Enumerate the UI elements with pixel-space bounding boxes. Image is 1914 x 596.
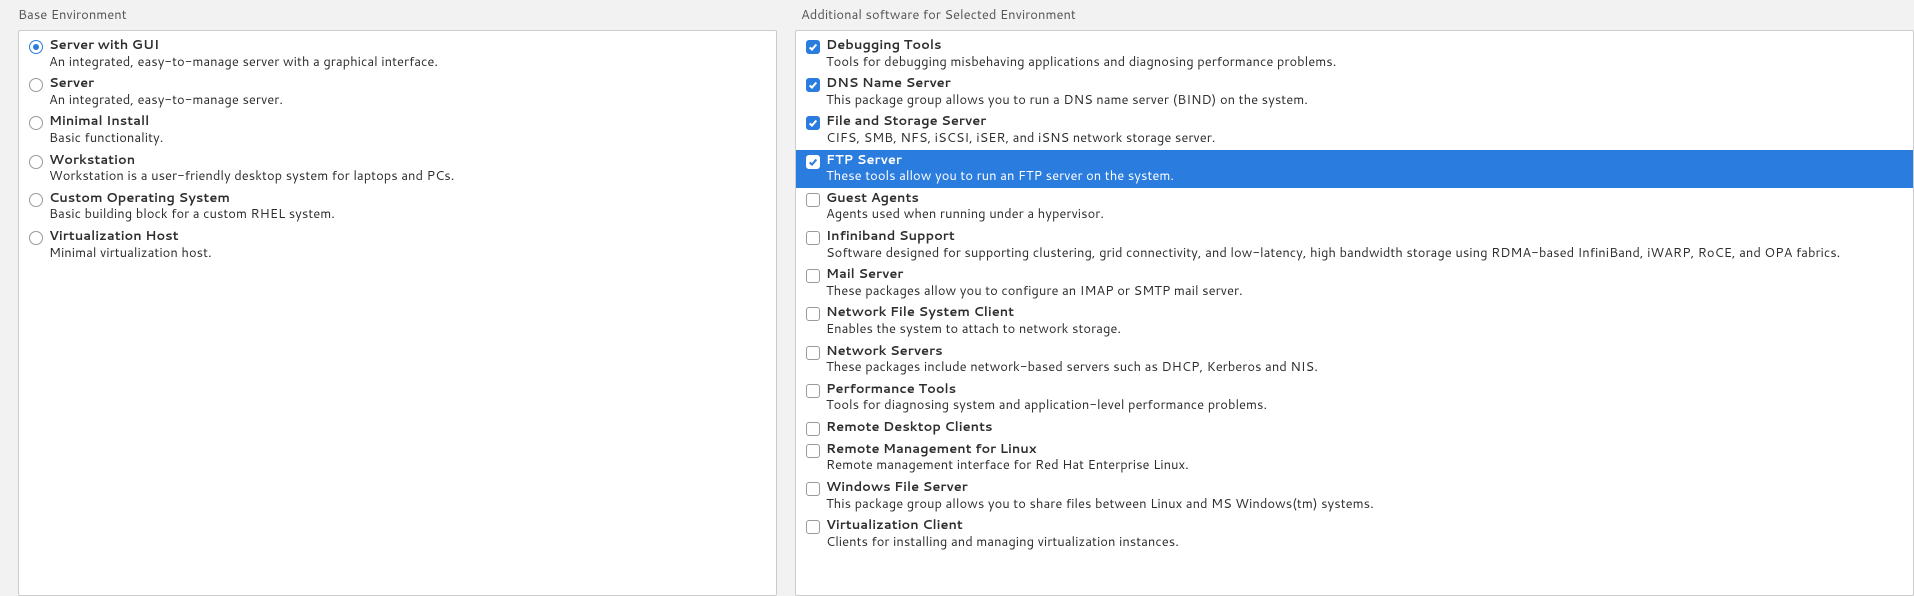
radio-icon[interactable] [29, 40, 43, 54]
addon-item-title: Performance Tools [826, 382, 1907, 398]
addon-item-remote-management-for-linux[interactable]: Remote Management for LinuxRemote manage… [796, 439, 1913, 477]
addon-item-title: Remote Management for Linux [826, 442, 1907, 458]
addon-item-desc: These packages include network-based ser… [826, 359, 1907, 376]
env-item-server[interactable]: ServerAn integrated, easy-to-manage serv… [19, 73, 776, 111]
env-item-desc: An integrated, easy-to-manage server wit… [49, 54, 770, 71]
addon-item-desc: This package group allows you to run a D… [826, 92, 1907, 109]
env-item-title: Custom Operating System [49, 191, 770, 207]
addon-item-desc: Remote management interface for Red Hat … [826, 457, 1907, 474]
addon-item-infiniband-support[interactable]: Infiniband SupportSoftware designed for … [796, 226, 1913, 264]
addon-item-windows-file-server[interactable]: Windows File ServerThis package group al… [796, 477, 1913, 515]
checkbox-icon[interactable] [806, 40, 820, 54]
addon-item-desc: Enables the system to attach to network … [826, 321, 1907, 338]
env-item-desc: Minimal virtualization host. [49, 245, 770, 262]
base-environment-title: Base Environment [18, 0, 795, 30]
env-item-desc: Basic building block for a custom RHEL s… [49, 206, 770, 223]
checkbox-icon[interactable] [806, 482, 820, 496]
env-item-desc: An integrated, easy-to-manage server. [49, 92, 770, 109]
addon-item-title: FTP Server [826, 153, 1907, 169]
env-item-title: Workstation [49, 153, 770, 169]
env-item-title: Server [49, 76, 770, 92]
env-item-workstation[interactable]: WorkstationWorkstation is a user-friendl… [19, 150, 776, 188]
checkbox-icon[interactable] [806, 269, 820, 283]
checkbox-icon[interactable] [806, 346, 820, 360]
addon-item-title: Debugging Tools [826, 38, 1907, 54]
checkbox-icon[interactable] [806, 78, 820, 92]
addon-item-title: Guest Agents [826, 191, 1907, 207]
env-item-title: Minimal Install [49, 114, 770, 130]
addon-item-title: Virtualization Client [826, 518, 1907, 534]
addon-item-title: Network File System Client [826, 305, 1907, 321]
env-item-server-with-gui[interactable]: Server with GUIAn integrated, easy-to-ma… [19, 35, 776, 73]
env-item-custom-operating-system[interactable]: Custom Operating SystemBasic building bl… [19, 188, 776, 226]
radio-icon[interactable] [29, 155, 43, 169]
additional-software-list: Debugging ToolsTools for debugging misbe… [795, 30, 1914, 596]
checkbox-icon[interactable] [806, 444, 820, 458]
addon-item-title: Windows File Server [826, 480, 1907, 496]
addon-item-title: Infiniband Support [826, 229, 1907, 245]
addon-item-desc: These packages allow you to configure an… [826, 283, 1907, 300]
addon-item-debugging-tools[interactable]: Debugging ToolsTools for debugging misbe… [796, 35, 1913, 73]
env-item-desc: Workstation is a user-friendly desktop s… [49, 168, 770, 185]
addon-item-title: Remote Desktop Clients [826, 420, 1907, 436]
addon-item-file-and-storage-server[interactable]: File and Storage ServerCIFS, SMB, NFS, i… [796, 111, 1913, 149]
addon-item-desc: Software designed for supporting cluster… [826, 245, 1907, 262]
radio-icon[interactable] [29, 193, 43, 207]
base-environment-list: Server with GUIAn integrated, easy-to-ma… [18, 30, 777, 596]
additional-software-title: Additional software for Selected Environ… [795, 0, 1914, 30]
addon-item-virtualization-client[interactable]: Virtualization ClientClients for install… [796, 515, 1913, 553]
addon-item-title: File and Storage Server [826, 114, 1907, 130]
env-item-title: Server with GUI [49, 38, 770, 54]
addon-item-title: DNS Name Server [826, 76, 1907, 92]
addon-item-title: Mail Server [826, 267, 1907, 283]
env-item-virtualization-host[interactable]: Virtualization HostMinimal virtualizatio… [19, 226, 776, 264]
additional-software-panel: Additional software for Selected Environ… [795, 0, 1914, 596]
addon-item-ftp-server[interactable]: FTP ServerThese tools allow you to run a… [796, 150, 1913, 188]
radio-icon[interactable] [29, 116, 43, 130]
addon-item-desc: Clients for installing and managing virt… [826, 534, 1907, 551]
checkbox-icon[interactable] [806, 520, 820, 534]
addon-item-desc: CIFS, SMB, NFS, iSCSI, iSER, and iSNS ne… [826, 130, 1907, 147]
addon-item-mail-server[interactable]: Mail ServerThese packages allow you to c… [796, 264, 1913, 302]
addon-item-performance-tools[interactable]: Performance ToolsTools for diagnosing sy… [796, 379, 1913, 417]
addon-item-desc: Tools for debugging misbehaving applicat… [826, 54, 1907, 71]
addon-item-desc: These tools allow you to run an FTP serv… [826, 168, 1907, 185]
checkbox-icon[interactable] [806, 155, 820, 169]
addon-item-network-servers[interactable]: Network ServersThese packages include ne… [796, 341, 1913, 379]
checkbox-icon[interactable] [806, 384, 820, 398]
addon-item-desc: Agents used when running under a hypervi… [826, 206, 1907, 223]
env-item-minimal-install[interactable]: Minimal InstallBasic functionality. [19, 111, 776, 149]
radio-icon[interactable] [29, 231, 43, 245]
env-item-title: Virtualization Host [49, 229, 770, 245]
checkbox-icon[interactable] [806, 116, 820, 130]
base-environment-panel: Base Environment Server with GUIAn integ… [0, 0, 795, 596]
addon-item-dns-name-server[interactable]: DNS Name ServerThis package group allows… [796, 73, 1913, 111]
addon-item-guest-agents[interactable]: Guest AgentsAgents used when running und… [796, 188, 1913, 226]
addon-item-network-file-system-client[interactable]: Network File System ClientEnables the sy… [796, 302, 1913, 340]
checkbox-icon[interactable] [806, 422, 820, 436]
addon-item-title: Network Servers [826, 344, 1907, 360]
addon-item-remote-desktop-clients[interactable]: Remote Desktop Clients [796, 417, 1913, 439]
checkbox-icon[interactable] [806, 193, 820, 207]
checkbox-icon[interactable] [806, 231, 820, 245]
radio-icon[interactable] [29, 78, 43, 92]
checkbox-icon[interactable] [806, 307, 820, 321]
addon-item-desc: Tools for diagnosing system and applicat… [826, 397, 1907, 414]
env-item-desc: Basic functionality. [49, 130, 770, 147]
addon-item-desc: This package group allows you to share f… [826, 496, 1907, 513]
